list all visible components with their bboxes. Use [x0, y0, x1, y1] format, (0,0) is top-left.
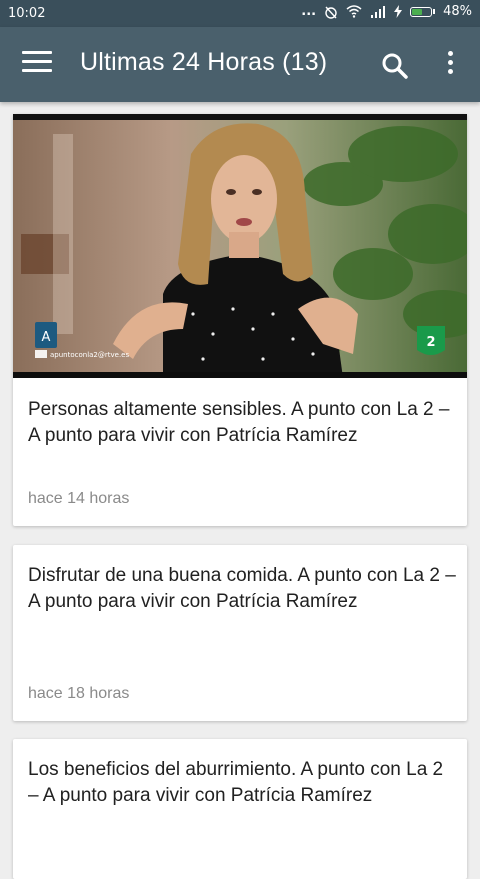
- more-vert-icon[interactable]: [440, 51, 460, 81]
- channel-logo: 2: [426, 335, 435, 350]
- news-card[interactable]: A apuntoconla2@rtve.es 2 Personas altame…: [13, 114, 467, 526]
- notifications-more-icon: ...: [301, 4, 317, 19]
- news-card[interactable]: Los beneficios del aburrimiento. A punto…: [13, 739, 467, 879]
- program-logo: A: [42, 330, 51, 345]
- signal-icon: [370, 5, 386, 18]
- search-icon[interactable]: [380, 51, 410, 81]
- app-bar: Ultimas 24 Horas (13): [0, 27, 480, 102]
- card-timestamp: hace 18 horas: [28, 685, 130, 702]
- battery-fill: [412, 8, 422, 15]
- alarm-off-icon: [324, 5, 338, 19]
- wifi-icon: [346, 5, 362, 18]
- program-email-caption: apuntoconla2@rtve.es: [50, 351, 129, 359]
- status-icons: ... 48%: [301, 4, 472, 19]
- status-time: 10:02: [8, 6, 46, 21]
- card-title: Disfrutar de una buena comida. A punto c…: [28, 565, 456, 612]
- battery-percent: 48%: [443, 4, 472, 19]
- video-thumbnail[interactable]: A apuntoconla2@rtve.es 2: [13, 114, 467, 378]
- card-title: Los beneficios del aburrimiento. A punto…: [28, 759, 444, 806]
- status-bar: 10:02 ... 48%: [0, 0, 480, 27]
- battery-icon: [410, 6, 436, 17]
- news-card[interactable]: Disfrutar de una buena comida. A punto c…: [13, 545, 467, 721]
- page-title: Ultimas 24 Horas (13): [80, 48, 328, 76]
- charging-bolt-icon: [394, 5, 403, 18]
- hamburger-menu-icon[interactable]: [22, 51, 52, 79]
- card-timestamp: hace 14 horas: [28, 490, 130, 507]
- card-title: Personas altamente sensibles. A punto co…: [28, 399, 450, 446]
